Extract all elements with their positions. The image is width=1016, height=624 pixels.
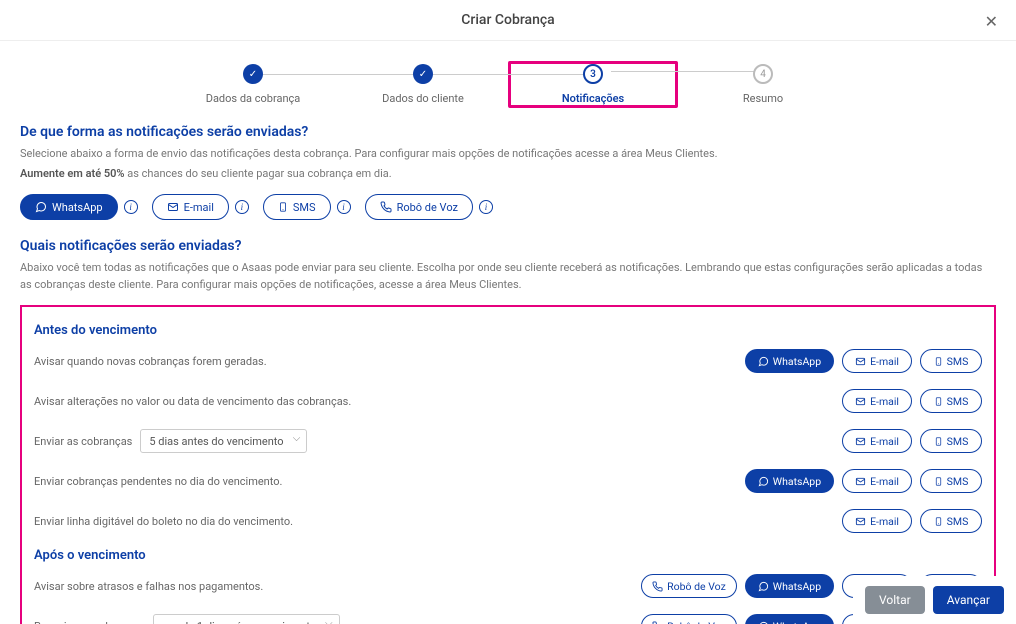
- step-label: Dados da cobrança: [206, 92, 301, 105]
- step-dados-cobranca[interactable]: ✓ Dados da cobrança: [168, 64, 338, 105]
- dialog-title: Criar Cobrança: [461, 12, 554, 28]
- select-dias-antes[interactable]: 5 dias antes do vencimento: [140, 429, 307, 453]
- dialog-header: Criar Cobrança ✕: [0, 0, 1016, 41]
- channel-whatsapp[interactable]: WhatsApp: [20, 194, 118, 220]
- check-icon: ✓: [413, 64, 433, 84]
- chip-sms[interactable]: SMS: [920, 429, 982, 453]
- select-dias-apos[interactable]: a cada 1 dia após o vencimento: [153, 614, 340, 624]
- row-reenviar: Reenviar as cobranças a cada 1 dia após …: [34, 613, 982, 624]
- close-icon[interactable]: ✕: [985, 12, 998, 31]
- row-enviar-cobrancas: Enviar as cobranças 5 dias antes do venc…: [34, 428, 982, 454]
- channel-sms[interactable]: SMS: [263, 194, 331, 220]
- chip-sms[interactable]: SMS: [920, 509, 982, 533]
- section-apos-venc-title: Após o vencimento: [34, 548, 982, 563]
- mail-icon: [855, 396, 866, 407]
- step-number: 4: [753, 64, 773, 84]
- chip-email[interactable]: E-mail: [842, 349, 912, 373]
- chip-email[interactable]: E-mail: [842, 429, 912, 453]
- chip-sms[interactable]: SMS: [920, 469, 982, 493]
- channel-robo[interactable]: Robô de Voz: [365, 194, 473, 220]
- check-icon: ✓: [243, 64, 263, 84]
- dialog-footer: Voltar Avançar: [853, 576, 1016, 624]
- step-dados-cliente[interactable]: ✓ Dados do cliente: [338, 64, 508, 105]
- step-label: Notificações: [562, 92, 624, 105]
- phone-icon: [278, 201, 288, 213]
- intro-text-2-bold: Aumente em até 50%: [20, 167, 125, 180]
- mail-icon: [855, 436, 866, 447]
- stepper: ✓ Dados da cobrança ✓ Dados do cliente 3…: [0, 41, 1016, 124]
- which-desc: Abaixo você tem todas as notificações qu…: [20, 260, 996, 293]
- chip-sms[interactable]: SMS: [920, 349, 982, 373]
- intro-text-2: Aumente em até 50% as chances do seu cli…: [20, 166, 996, 183]
- step-label: Resumo: [743, 92, 783, 105]
- whatsapp-icon: [758, 476, 769, 487]
- phone-icon: [934, 396, 943, 407]
- back-button[interactable]: Voltar: [865, 586, 925, 614]
- chip-email[interactable]: E-mail: [842, 509, 912, 533]
- mail-icon: [855, 476, 866, 487]
- which-title: Quais notificações serão enviadas?: [20, 238, 996, 254]
- phone-icon: [934, 476, 943, 487]
- select-dias-antes-input[interactable]: 5 dias antes do vencimento: [140, 429, 307, 453]
- channel-chips: WhatsApp i E-mail i SMS i: [20, 194, 996, 220]
- phone-icon: [934, 436, 943, 447]
- row-atrasos: Avisar sobre atrasos e falhas nos pagame…: [34, 573, 982, 599]
- whatsapp-icon: [35, 201, 47, 213]
- mail-icon: [855, 516, 866, 527]
- whatsapp-icon: [758, 356, 769, 367]
- row-alteracoes: Avisar alterações no valor ou data de ve…: [34, 388, 982, 414]
- info-icon[interactable]: i: [337, 200, 351, 214]
- chip-whatsapp[interactable]: WhatsApp: [745, 469, 834, 493]
- intro-title: De que forma as notificações serão envia…: [20, 124, 996, 140]
- chip-whatsapp[interactable]: WhatsApp: [745, 349, 834, 373]
- chip-whatsapp[interactable]: WhatsApp: [745, 614, 834, 624]
- whatsapp-icon: [758, 621, 769, 624]
- phone-call-icon: [380, 201, 392, 213]
- phone-icon: [934, 356, 943, 367]
- channel-email[interactable]: E-mail: [152, 194, 229, 220]
- chip-email[interactable]: E-mail: [842, 389, 912, 413]
- chip-whatsapp[interactable]: WhatsApp: [745, 574, 834, 598]
- chip-email[interactable]: E-mail: [842, 469, 912, 493]
- row-pendentes-dia: Enviar cobranças pendentes no dia do ven…: [34, 468, 982, 494]
- chip-sms[interactable]: SMS: [920, 389, 982, 413]
- row-linha-digitavel: Enviar linha digitável do boleto no dia …: [34, 508, 982, 534]
- section-antes-title: Antes do vencimento: [34, 323, 982, 338]
- phone-call-icon: [652, 621, 663, 624]
- whatsapp-icon: [758, 581, 769, 592]
- info-icon[interactable]: i: [479, 200, 493, 214]
- info-icon[interactable]: i: [235, 200, 249, 214]
- phone-call-icon: [652, 581, 663, 592]
- step-notificacoes[interactable]: 3 Notificações: [508, 61, 678, 108]
- chip-robo[interactable]: Robô de Voz: [641, 614, 737, 624]
- step-number: 3: [583, 64, 603, 84]
- intro-text-1: Selecione abaixo a forma de envio das no…: [20, 146, 996, 163]
- info-icon[interactable]: i: [124, 200, 138, 214]
- row-novas-cobrancas: Avisar quando novas cobranças forem gera…: [34, 348, 982, 374]
- next-button[interactable]: Avançar: [933, 586, 1004, 614]
- phone-icon: [934, 516, 943, 527]
- select-dias-apos-input[interactable]: a cada 1 dia após o vencimento: [153, 614, 340, 624]
- mail-icon: [855, 356, 866, 367]
- notification-settings-box: Antes do vencimento Avisar quando novas …: [20, 305, 996, 624]
- mail-icon: [167, 201, 179, 213]
- step-label: Dados do cliente: [382, 92, 464, 105]
- chip-robo[interactable]: Robô de Voz: [641, 574, 737, 598]
